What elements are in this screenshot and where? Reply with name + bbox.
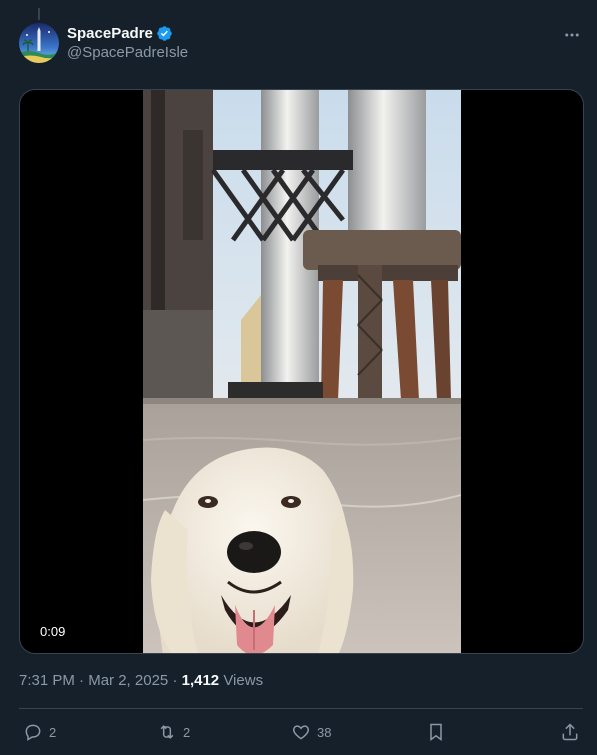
like-button[interactable]: 38	[291, 717, 331, 747]
action-bar: 2 2 38	[19, 717, 583, 747]
user-handle[interactable]: @SpacePadreIsle	[67, 44, 188, 61]
meta-separator: ·	[79, 672, 85, 689]
avatar[interactable]	[19, 23, 59, 63]
more-options-button[interactable]	[561, 24, 583, 46]
like-count: 38	[317, 724, 332, 740]
display-name[interactable]: SpacePadre	[67, 25, 153, 42]
bookmark-icon	[430, 723, 442, 741]
thread-connector-line	[38, 8, 40, 20]
repost-button[interactable]: 2	[157, 717, 190, 747]
share-button[interactable]	[560, 717, 580, 747]
bookmark-button[interactable]	[426, 717, 446, 747]
reply-button[interactable]: 2	[23, 717, 56, 747]
video-duration-badge: 0:09	[34, 622, 72, 641]
share-icon	[562, 723, 578, 741]
views-label: Views	[223, 672, 264, 689]
repost-count: 2	[183, 724, 191, 740]
tweet-date[interactable]: Mar 2, 2025	[88, 672, 168, 689]
video-player[interactable]: 0:09	[19, 89, 584, 654]
heart-icon	[292, 725, 310, 740]
verified-badge-icon	[157, 26, 172, 41]
tweet-time[interactable]: 7:31 PM	[19, 672, 75, 689]
meta-separator: ·	[172, 672, 178, 689]
tweet-header: SpacePadre @SpacePadreIsle	[19, 22, 583, 66]
views-count: 1,412	[181, 672, 220, 689]
name-row: SpacePadre	[67, 25, 173, 42]
reply-count: 2	[49, 724, 57, 740]
more-dots-icon	[565, 33, 579, 37]
reply-icon	[25, 724, 41, 741]
repost-icon	[160, 725, 174, 739]
video-frame[interactable]	[143, 90, 461, 654]
tweet-meta: 7:31 PM · Mar 2, 2025 · 1,412 Views	[19, 672, 263, 689]
divider	[19, 708, 583, 709]
